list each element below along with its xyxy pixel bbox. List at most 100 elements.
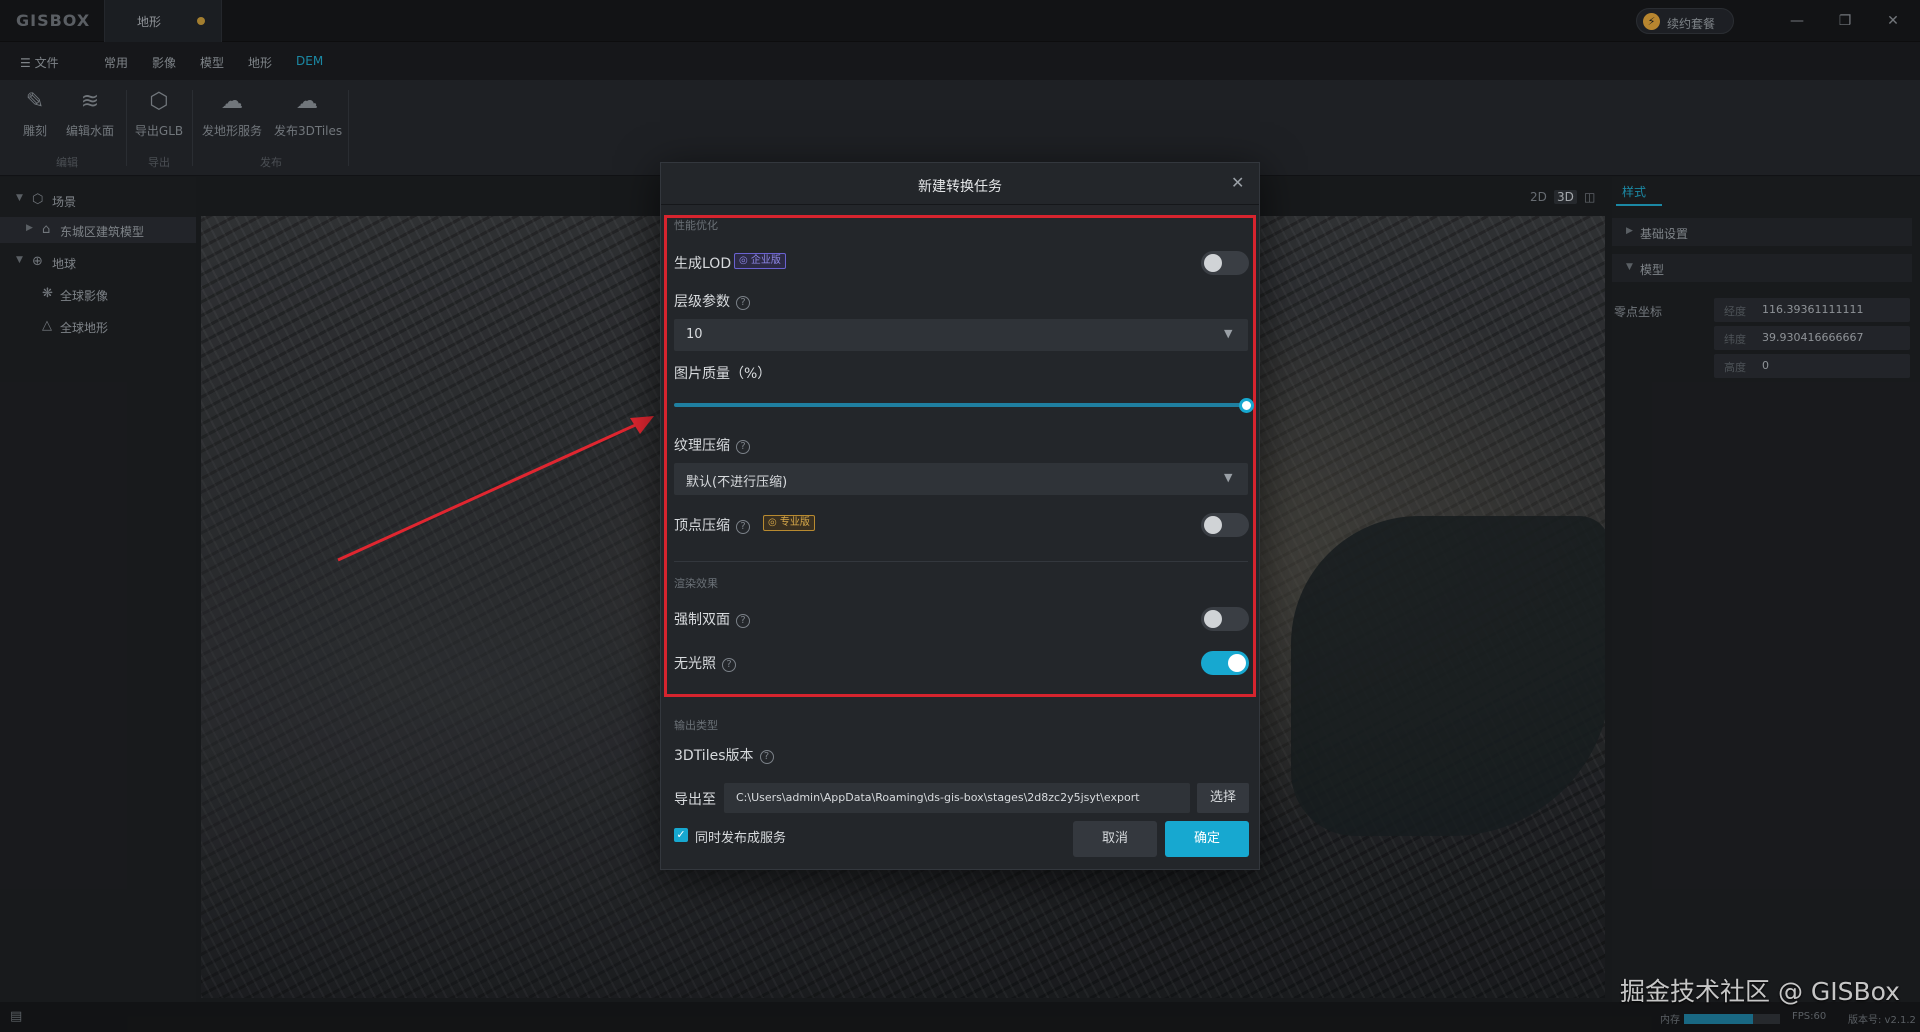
confirm-button[interactable]: 确定 — [1165, 821, 1249, 857]
memory-bar-fill — [1684, 1014, 1754, 1024]
export-glb-label: 导出GLB — [134, 124, 184, 138]
file-menu[interactable]: ☰ 文件 — [20, 54, 59, 71]
view-2d-button[interactable]: 2D — [1530, 190, 1547, 204]
tree-node-scene[interactable]: ▼ ⬡ 场景 — [0, 187, 196, 213]
edit-water-label: 编辑水面 — [65, 124, 114, 138]
image-quality-label: 图片质量（%） — [674, 366, 772, 382]
version-label: 版本号: v2.1.2 — [1848, 1015, 1916, 1026]
longitude-value: 116.39361111111 — [1762, 303, 1864, 316]
tree-node-district-model[interactable]: ▶ ⌂ 东城区建筑模型 — [0, 217, 196, 243]
help-icon[interactable]: ? — [736, 520, 750, 534]
gen-lod-toggle[interactable] — [1201, 251, 1249, 275]
export-to-label: 导出至 — [674, 792, 716, 808]
help-icon[interactable]: ? — [736, 296, 750, 310]
fps-readout: FPS:60 — [1792, 1011, 1827, 1022]
export-glb-icon: ⬡ — [149, 89, 169, 114]
chevron-down-icon: ▼ — [1224, 471, 1233, 484]
slider-handle[interactable] — [1239, 398, 1254, 413]
collapse-arrow-icon: ▶ — [1626, 226, 1633, 236]
height-value: 0 — [1762, 359, 1769, 372]
section-basic-settings[interactable]: ▶ 基础设置 — [1612, 218, 1912, 246]
minimize-icon[interactable]: — — [1780, 8, 1814, 34]
group-label-publish: 发布 — [260, 156, 282, 169]
double-side-toggle[interactable] — [1201, 607, 1249, 631]
file-menu-label: 文件 — [34, 56, 59, 70]
document-icon[interactable]: ▤ — [10, 1009, 22, 1024]
section-label: 基础设置 — [1640, 227, 1689, 241]
cancel-button[interactable]: 取消 — [1073, 821, 1157, 857]
publish-terrain-button[interactable]: ☁ 发地形服务 — [200, 88, 264, 148]
menu-tab-imagery[interactable]: 影像 — [152, 54, 176, 71]
renew-plan-button[interactable]: ⚡ 续约套餐 — [1636, 8, 1734, 34]
expand-arrow-icon: ▼ — [1626, 262, 1633, 272]
longitude-key: 经度 — [1724, 305, 1746, 318]
height-field[interactable]: 高度 0 — [1714, 354, 1910, 378]
tab-style[interactable]: 样式 — [1622, 183, 1646, 200]
globe-icon: ⊕ — [32, 254, 43, 269]
longitude-field[interactable]: 经度 116.39361111111 — [1714, 298, 1910, 322]
help-icon[interactable]: ? — [759, 750, 774, 764]
choose-folder-button[interactable]: 选择 — [1197, 783, 1249, 813]
texture-compress-label: 纹理压缩? — [674, 435, 750, 455]
edit-water-button[interactable]: ≋ 编辑水面 — [62, 88, 118, 148]
double-side-label: 强制双面? — [674, 609, 750, 629]
expand-arrow-icon[interactable]: ▼ — [16, 255, 23, 265]
memory-bar — [1684, 1014, 1780, 1024]
level-params-label: 层级参数? — [674, 291, 750, 311]
tree-node-label: 东城区建筑模型 — [60, 225, 145, 239]
sculpt-label: 雕刻 — [22, 124, 47, 138]
close-icon[interactable]: ✕ — [1876, 8, 1910, 34]
level-params-text: 层级参数 — [674, 294, 730, 310]
level-params-select[interactable]: 10 ▼ — [674, 319, 1248, 351]
watermark: 掘金技术社区 @ GISBox — [1620, 977, 1900, 1006]
collapse-arrow-icon[interactable]: ▶ — [26, 223, 33, 233]
lightning-icon: ⚡ — [1643, 13, 1660, 30]
annotation-arrow-icon — [337, 416, 654, 562]
restore-icon[interactable]: ❐ — [1828, 8, 1862, 34]
publish-service-checkbox[interactable]: ✓ — [674, 828, 688, 842]
no-light-toggle[interactable] — [1201, 651, 1249, 675]
menu-tab-terrain[interactable]: 地形 — [248, 54, 272, 71]
sculpt-button[interactable]: ✎ 雕刻 — [18, 88, 52, 148]
toggle-knob — [1204, 254, 1222, 272]
tree-node-global-imagery[interactable]: ❋ 全球影像 — [0, 281, 196, 307]
section-model[interactable]: ▼ 模型 — [1612, 254, 1912, 282]
help-icon[interactable]: ? — [736, 614, 750, 628]
split-view-icon[interactable]: ◫ — [1584, 190, 1595, 204]
menu-tab-common[interactable]: 常用 — [104, 54, 128, 71]
view-3d-button[interactable]: 3D — [1554, 190, 1577, 204]
latitude-field[interactable]: 纬度 39.930416666667 — [1714, 326, 1910, 350]
publish-terrain-label: 发地形服务 — [201, 124, 262, 138]
export-path-input[interactable]: C:\Users\admin\AppData\Roaming\ds-gis-bo… — [724, 783, 1190, 813]
section-output: 输出类型 — [674, 719, 718, 732]
help-icon[interactable]: ? — [722, 658, 736, 672]
building-icon: ⌂ — [42, 222, 51, 237]
height-key: 高度 — [1724, 361, 1746, 374]
image-quality-slider[interactable] — [674, 403, 1248, 407]
new-conversion-task-dialog: 新建转换任务 ✕ 性能优化 生成LOD ◎ 企业版 层级参数? 10 ▼ 图片质… — [660, 162, 1260, 870]
document-tab[interactable]: 地形 — [104, 0, 222, 42]
menu-tab-model[interactable]: 模型 — [200, 54, 224, 71]
ribbon-divider — [348, 90, 349, 166]
tree-node-label: 全球地形 — [60, 321, 109, 335]
no-light-text: 无光照 — [674, 656, 716, 672]
menu-tab-dem[interactable]: DEM — [296, 54, 323, 68]
cube-icon: ⬡ — [32, 192, 44, 207]
expand-arrow-icon[interactable]: ▼ — [16, 193, 23, 203]
latitude-value: 39.930416666667 — [1762, 331, 1864, 344]
export-glb-button[interactable]: ⬡ 导出GLB — [134, 88, 184, 148]
tree-node-globe[interactable]: ▼ ⊕ 地球 — [0, 249, 196, 275]
enterprise-badge-label: 企业版 — [750, 255, 781, 266]
renew-plan-label: 续约套餐 — [1667, 17, 1716, 31]
vertex-compress-text: 顶点压缩 — [674, 518, 730, 534]
water-edit-icon: ≋ — [80, 89, 100, 114]
tree-node-global-terrain[interactable]: △ 全球地形 — [0, 313, 196, 339]
vertex-compress-toggle[interactable] — [1201, 513, 1249, 537]
publish-3dtiles-button[interactable]: ☁ 发布3DTiles — [274, 88, 342, 148]
help-icon[interactable]: ? — [736, 440, 750, 454]
close-icon[interactable]: ✕ — [1231, 173, 1244, 192]
texture-compress-select[interactable]: 默认(不进行压缩) ▼ — [674, 463, 1248, 495]
group-label-export: 导出 — [148, 156, 170, 169]
vertex-compress-label: 顶点压缩? — [674, 515, 750, 535]
toggle-knob — [1204, 610, 1222, 628]
